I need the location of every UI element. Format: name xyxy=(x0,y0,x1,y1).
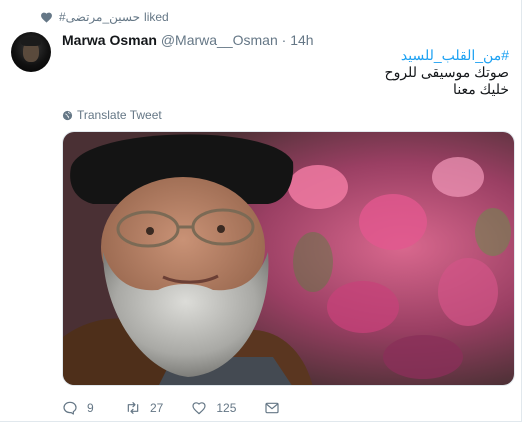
direct-message-icon xyxy=(265,402,279,414)
direct-message-button[interactable] xyxy=(264,400,289,416)
time-separator: · xyxy=(281,32,287,48)
like-count: 125 xyxy=(216,401,237,415)
retweet-icon xyxy=(127,402,139,414)
tweet-card[interactable]: حسين_مرتضى# liked Marwa Osman @Marwa__Os… xyxy=(0,0,522,422)
reply-button[interactable]: 9 xyxy=(62,400,97,416)
social-context: حسين_مرتضى# liked xyxy=(40,9,169,25)
tweet-actions: 9 27 125 xyxy=(62,399,317,417)
like-icon xyxy=(192,402,206,415)
context-action-label: liked xyxy=(144,10,169,24)
photo-image xyxy=(63,132,514,385)
avatar[interactable] xyxy=(11,32,51,72)
tweet-text: #من_القلب_للسيد صوتك موسيقى للروح خليك م… xyxy=(109,47,509,98)
heart-icon xyxy=(41,12,52,23)
tweet-photo[interactable] xyxy=(62,131,515,386)
reply-icon xyxy=(63,401,77,415)
context-user-link[interactable]: حسين_مرتضى# xyxy=(59,10,140,24)
tweet-header: Marwa Osman @Marwa__Osman · 14h xyxy=(62,32,314,48)
translate-label: Translate Tweet xyxy=(77,108,162,122)
author-handle[interactable]: @Marwa__Osman xyxy=(161,32,278,48)
reply-count: 9 xyxy=(87,401,94,415)
retweet-button[interactable]: 27 xyxy=(125,400,163,416)
tweet-text-line: خليك معنا xyxy=(453,81,509,97)
tweet-timestamp[interactable]: 14h xyxy=(290,32,313,48)
retweet-count: 27 xyxy=(150,401,164,415)
author-name[interactable]: Marwa Osman xyxy=(62,32,157,48)
like-button[interactable]: 125 xyxy=(191,400,236,416)
hashtag-link[interactable]: #من_القلب_للسيد xyxy=(109,47,509,64)
globe-icon xyxy=(62,110,73,120)
translate-tweet-button[interactable]: Translate Tweet xyxy=(62,108,162,122)
tweet-text-line: صوتك موسيقى للروح xyxy=(384,64,509,80)
